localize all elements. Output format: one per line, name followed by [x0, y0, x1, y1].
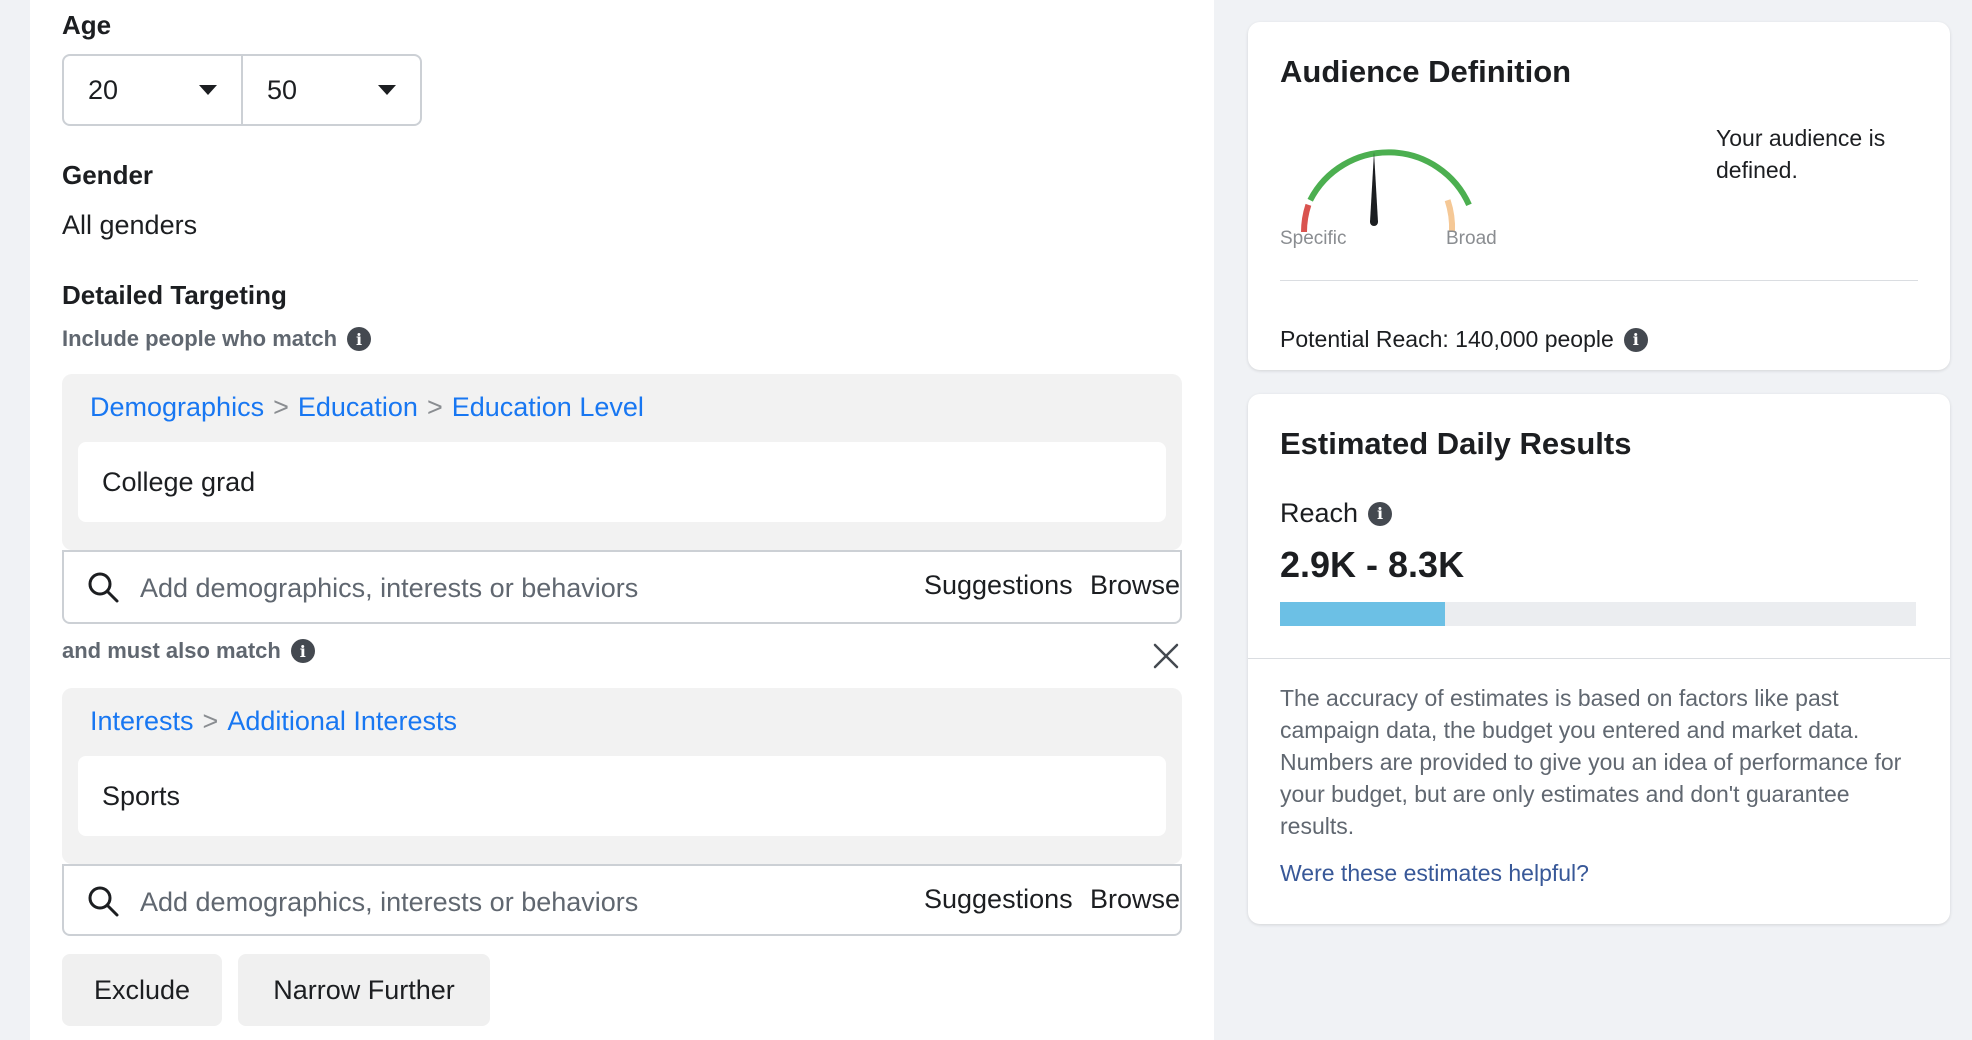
- targeting-group-1: Demographics > Education > Education Lev…: [62, 374, 1182, 550]
- targeting-search-input[interactable]: [140, 564, 840, 612]
- selected-target-item[interactable]: College grad: [78, 442, 1166, 522]
- selected-target-label: College grad: [102, 466, 256, 497]
- breadcrumb-demographics[interactable]: Demographics: [90, 392, 264, 423]
- browse-button[interactable]: Browse: [1090, 884, 1180, 915]
- gender-value: All genders: [62, 210, 198, 240]
- age-max-select[interactable]: 50: [241, 56, 420, 124]
- age-max-value: 50: [267, 74, 298, 105]
- estimate-disclaimer: The accuracy of estimates is based on fa…: [1280, 685, 1902, 839]
- suggestions-button[interactable]: Suggestions: [924, 884, 1073, 915]
- info-icon[interactable]: i: [347, 327, 372, 351]
- narrow-further-button[interactable]: Narrow Further: [238, 954, 490, 1026]
- breadcrumb-education-level[interactable]: Education Level: [452, 392, 644, 423]
- targeting-panel: Age 20 50 Gender All genders Detailed Ta…: [30, 0, 1214, 1040]
- potential-reach-text: Potential Reach: 140,000 people: [1280, 326, 1614, 352]
- caret-down-icon: [199, 85, 217, 95]
- breadcrumb: Interests > Additional Interests: [90, 706, 457, 737]
- info-icon[interactable]: i: [1368, 501, 1393, 526]
- info-icon[interactable]: i: [290, 639, 315, 663]
- breadcrumb-separator: >: [202, 706, 219, 736]
- breadcrumb-separator: >: [273, 392, 289, 422]
- gender-label: Gender: [62, 160, 154, 190]
- search-icon: [88, 572, 119, 603]
- audience-definition-card: Audience Definition Specific Broad Your …: [1248, 22, 1950, 370]
- age-label: Age: [62, 10, 112, 40]
- divider: [1248, 658, 1950, 659]
- estimates-helpful-link[interactable]: Were these estimates helpful?: [1280, 860, 1589, 887]
- breadcrumb-additional-interests[interactable]: Additional Interests: [227, 706, 457, 737]
- targeting-search-input[interactable]: [140, 878, 840, 926]
- caret-down-icon: [378, 85, 396, 95]
- reach-label: Reach i: [1280, 498, 1393, 529]
- close-icon[interactable]: [1152, 642, 1180, 670]
- also-match-label: and must also match i: [62, 638, 315, 664]
- age-min-select[interactable]: 20: [64, 56, 241, 124]
- detailed-targeting-label: Detailed Targeting: [62, 280, 287, 310]
- include-match-label: Include people who match i: [62, 326, 372, 352]
- gauge-specific-label: Specific: [1280, 228, 1347, 249]
- age-range-selector: 20 50: [62, 54, 422, 126]
- estimated-results-card: Estimated Daily Results Reach i 2.9K - 8…: [1248, 394, 1950, 924]
- reach-label-text: Reach: [1280, 498, 1359, 528]
- audience-definition-title: Audience Definition: [1280, 54, 1572, 89]
- browse-button[interactable]: Browse: [1090, 570, 1180, 601]
- gauge-broad-label: Broad: [1446, 228, 1497, 249]
- breadcrumb-education[interactable]: Education: [298, 392, 418, 423]
- selected-target-label: Sports: [102, 780, 181, 811]
- selected-target-item[interactable]: Sports: [78, 756, 1166, 836]
- breadcrumb-interests[interactable]: Interests: [90, 706, 194, 737]
- reach-bar-fill: [1280, 602, 1446, 626]
- breadcrumb-separator: >: [426, 392, 443, 422]
- reach-value: 2.9K - 8.3K: [1280, 544, 1465, 585]
- gauge-needle-icon: [1370, 152, 1378, 226]
- targeting-search-row-1: Suggestions Browse: [62, 550, 1182, 624]
- estimated-results-title: Estimated Daily Results: [1280, 426, 1632, 461]
- also-match-text: and must also match: [62, 638, 281, 663]
- audience-status-text: Your audience is defined.: [1716, 125, 1886, 183]
- reach-bar: [1280, 602, 1916, 626]
- include-match-text: Include people who match: [62, 326, 338, 351]
- suggestions-button[interactable]: Suggestions: [924, 570, 1073, 601]
- info-icon[interactable]: i: [1623, 327, 1648, 352]
- potential-reach: Potential Reach: 140,000 people i: [1280, 326, 1648, 353]
- search-icon: [88, 886, 119, 917]
- exclude-button[interactable]: Exclude: [62, 954, 222, 1026]
- targeting-group-2: Interests > Additional Interests Sports: [62, 688, 1182, 864]
- divider: [1280, 280, 1918, 281]
- targeting-search-row-2: Suggestions Browse: [62, 864, 1182, 936]
- breadcrumb: Demographics > Education > Education Lev…: [90, 392, 644, 423]
- age-min-value: 20: [88, 74, 119, 105]
